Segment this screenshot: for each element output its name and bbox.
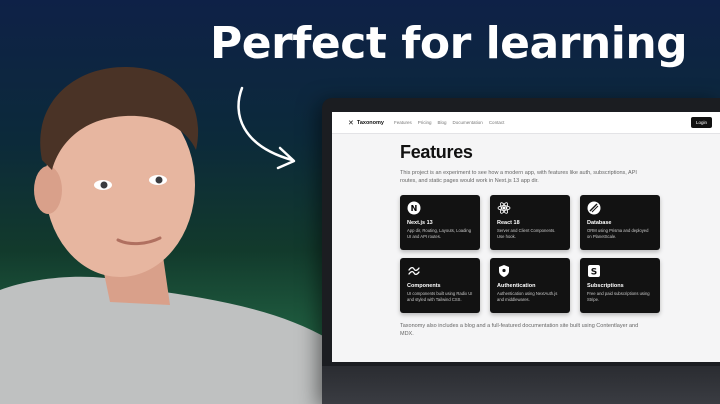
card-title: Subscriptions: [587, 283, 624, 289]
card-title: Next.js 13: [407, 220, 433, 226]
features-footer-note: Taxonomy also includes a blog and a full…: [400, 323, 639, 337]
card-desc: ORM using Prisma and deployed on PlanetS…: [587, 228, 649, 239]
login-button[interactable]: Login: [690, 117, 712, 128]
features-section: Features This project is an experiment t…: [400, 142, 670, 338]
nav-link-contact[interactable]: Contact: [489, 120, 505, 125]
database-icon: [587, 201, 601, 215]
site-logo[interactable]: ✕ Taxonomy: [348, 119, 384, 127]
react-icon: [497, 201, 511, 215]
card-desc: Server and Client Components. Use hook.: [497, 228, 556, 239]
feature-card-react[interactable]: React 18 Server and Client Components. U…: [490, 195, 570, 250]
nextjs-icon: N: [407, 201, 421, 215]
feature-card-components[interactable]: Components UI components built using Rad…: [400, 258, 480, 313]
stripe-icon: S: [587, 264, 601, 278]
feature-card-database[interactable]: Database ORM using Prisma and deployed o…: [580, 195, 660, 250]
nav-link-features[interactable]: Features: [394, 120, 412, 125]
nav-link-blog[interactable]: Blog: [438, 120, 447, 125]
laptop: ✕ Taxonomy Features Pricing Blog Documen…: [322, 98, 720, 404]
card-title: React 18: [497, 220, 520, 226]
feature-card-subscriptions[interactable]: S Subscriptions Free and paid subscripti…: [580, 258, 660, 313]
svg-text:N: N: [411, 204, 418, 213]
site-logo-text: Taxonomy: [356, 119, 384, 126]
card-title: Authentication: [497, 283, 536, 289]
card-desc: App dir, Routing, Layouts, Loading UI an…: [407, 228, 472, 239]
tailwind-icon: [407, 264, 421, 278]
card-desc: UI components built using Radix UI and s…: [407, 291, 473, 302]
taxonomy-logo-icon: ✕: [348, 119, 354, 127]
card-desc: Free and paid subscriptions using Stripe…: [587, 291, 650, 302]
features-intro: This project is an experiment to see how…: [400, 170, 637, 184]
feature-grid: N Next.js 13 App dir, Routing, Layouts, …: [400, 195, 670, 313]
card-title: Components: [407, 283, 441, 289]
svg-text:S: S: [591, 268, 597, 278]
card-title: Database: [587, 220, 612, 226]
laptop-screen: ✕ Taxonomy Features Pricing Blog Documen…: [332, 112, 720, 362]
shield-icon: [497, 264, 511, 278]
feature-card-authentication[interactable]: Authentication Authentication using Next…: [490, 258, 570, 313]
site-navbar: ✕ Taxonomy Features Pricing Blog Documen…: [332, 112, 720, 134]
card-desc: Authentication using NextAuth.js and mid…: [497, 291, 558, 302]
nav-link-documentation[interactable]: Documentation: [453, 120, 483, 125]
feature-card-nextjs[interactable]: N Next.js 13 App dir, Routing, Layouts, …: [400, 195, 480, 250]
page-title: Features: [400, 142, 473, 162]
laptop-keyboard: [322, 366, 720, 404]
nav-link-pricing[interactable]: Pricing: [418, 120, 432, 125]
